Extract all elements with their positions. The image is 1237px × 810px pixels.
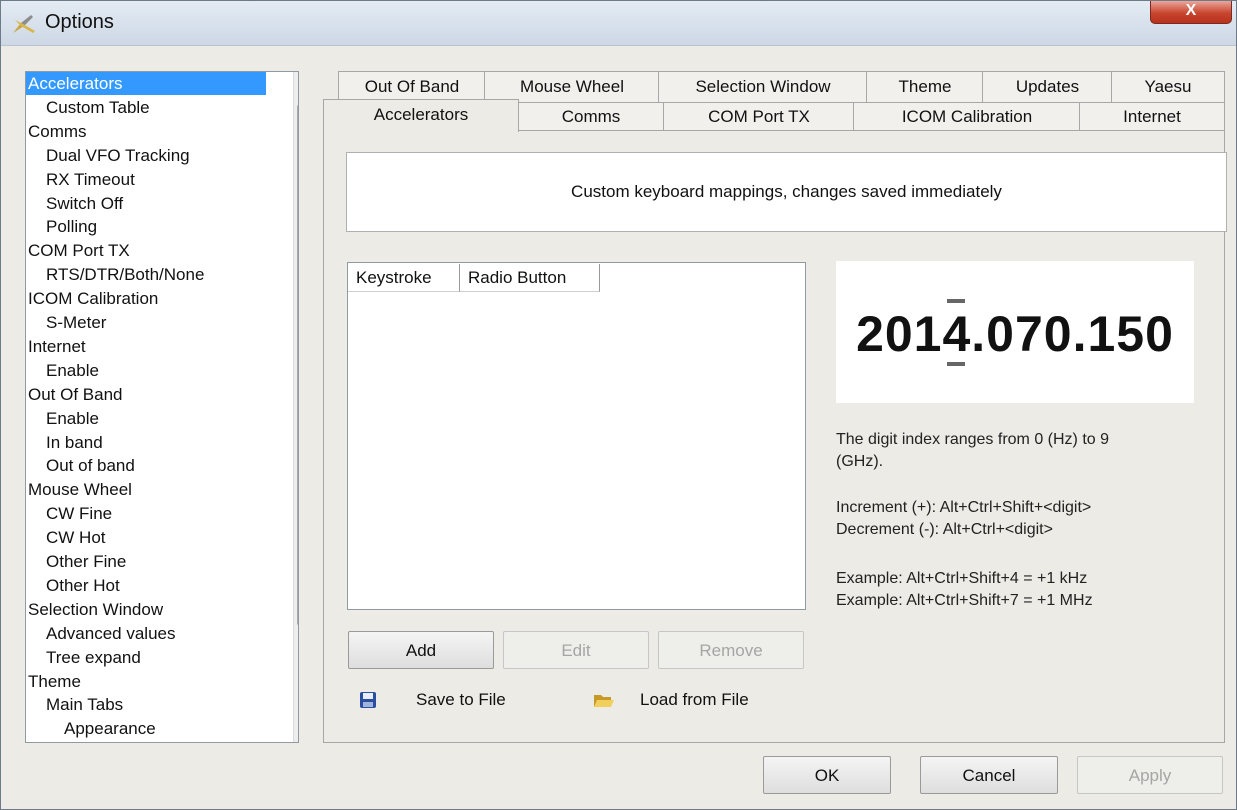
open-folder-icon[interactable] — [593, 691, 615, 709]
tree-item[interactable]: Selection Window — [28, 598, 163, 621]
digit-marker-bottom — [947, 362, 965, 366]
close-icon: X — [1185, 2, 1197, 19]
tree-item[interactable]: COM Port TX — [28, 239, 130, 262]
tree-item[interactable]: RTS/DTR/Both/None — [46, 263, 204, 286]
close-button[interactable]: X — [1150, 1, 1232, 24]
tree-item[interactable]: Tree expand — [46, 646, 141, 669]
info-digit-index-unit: (GHz). — [836, 453, 884, 470]
tab-updates[interactable]: Updates — [982, 71, 1113, 102]
tree-item[interactable]: Other Fine — [46, 550, 126, 573]
column-radio-button[interactable]: Radio Button — [460, 264, 600, 292]
app-logo-icon — [13, 15, 35, 33]
tab-internet[interactable]: Internet — [1079, 102, 1225, 131]
tree-item[interactable]: CW Hot — [46, 526, 106, 549]
tree-item[interactable]: Internet — [28, 335, 86, 358]
tree-item[interactable]: Out Of Band — [28, 383, 123, 406]
tree-item[interactable]: S-Meter — [46, 311, 106, 334]
tree-item[interactable]: Comms — [28, 120, 87, 143]
scroll-thumb[interactable]: ——— — [297, 104, 298, 626]
accelerator-list[interactable]: Keystroke Radio Button — [347, 262, 806, 610]
edit-button[interactable]: Edit — [503, 631, 649, 669]
load-from-file-link[interactable]: Load from File — [640, 685, 749, 715]
save-icon[interactable] — [359, 691, 377, 709]
tree-item[interactable]: CW Fine — [46, 502, 112, 525]
info-example-2: Example: Alt+Ctrl+Shift+7 = +1 MHz — [836, 592, 1093, 609]
tree-item[interactable]: Accelerators — [26, 72, 266, 95]
tab-com-port-tx[interactable]: COM Port TX — [663, 102, 855, 131]
tree-item[interactable]: Enable — [46, 359, 99, 382]
frequency-display: 2014.070.150 — [836, 261, 1194, 403]
tree-item[interactable]: Out of band — [46, 454, 135, 477]
description-box: Custom keyboard mappings, changes saved … — [346, 152, 1227, 232]
info-digit-index: The digit index ranges from 0 (Hz) to 9 — [836, 431, 1110, 448]
tree-item[interactable]: Appearance — [64, 717, 156, 740]
tree-item[interactable]: Theme — [28, 670, 81, 693]
tree-scrollbar[interactable]: ▲ ——— ▼ — [293, 72, 298, 742]
tree-item[interactable]: Custom Table — [46, 96, 150, 119]
tree-item[interactable]: Switch Off — [46, 192, 123, 215]
tree-item[interactable]: Mouse Wheel — [28, 478, 132, 501]
tree-item[interactable]: Main Tabs — [46, 693, 123, 716]
digit-marker-top — [947, 299, 965, 303]
info-increment: Increment (+): Alt+Ctrl+Shift+<digit> — [836, 499, 1092, 516]
options-tree[interactable]: Accelerators Custom Table Comms Dual VFO Tr… — [25, 71, 299, 743]
tab-theme[interactable]: Theme — [866, 71, 984, 102]
tree-item[interactable]: Advanced values — [46, 622, 175, 645]
save-to-file-link[interactable]: Save to File — [416, 685, 506, 715]
tree-item[interactable]: RX Timeout — [46, 168, 135, 191]
tree-item[interactable]: Dual VFO Tracking — [46, 144, 190, 167]
ok-button[interactable]: OK — [763, 756, 891, 794]
info-decrement: Decrement (-): Alt+Ctrl+<digit> — [836, 521, 1053, 538]
tree-item[interactable]: Enable — [46, 407, 99, 430]
options-window: Options X Accelerators Custom Table Comms D… — [0, 0, 1237, 810]
tab-out-of-band[interactable]: Out Of Band — [338, 71, 486, 102]
tab-comms[interactable]: Comms — [517, 102, 665, 131]
title-bar[interactable]: Options X — [1, 1, 1236, 46]
add-button[interactable]: Add — [348, 631, 494, 669]
frequency-value: 2014.070.150 — [856, 306, 1174, 362]
window-title: Options — [45, 11, 114, 33]
tab-selection-window[interactable]: Selection Window — [658, 71, 868, 102]
apply-button[interactable]: Apply — [1077, 756, 1223, 794]
remove-button[interactable]: Remove — [658, 631, 804, 669]
column-keystroke[interactable]: Keystroke — [348, 264, 460, 292]
cancel-button[interactable]: Cancel — [920, 756, 1058, 794]
tab-yaesu[interactable]: Yaesu — [1111, 71, 1225, 102]
tree-item[interactable]: Other Hot — [46, 574, 120, 597]
tree-item[interactable]: In band — [46, 431, 103, 454]
scroll-down-arrow-icon[interactable]: ▼ — [294, 720, 298, 740]
tree-item[interactable]: ICOM Calibration — [28, 287, 158, 310]
info-example-1: Example: Alt+Ctrl+Shift+4 = +1 kHz — [836, 570, 1088, 587]
tab-accelerators[interactable]: Accelerators — [323, 99, 519, 132]
tab-icom-calibration[interactable]: ICOM Calibration — [853, 102, 1081, 131]
tab-mouse-wheel[interactable]: Mouse Wheel — [484, 71, 660, 102]
tree-item[interactable]: Polling — [46, 215, 97, 238]
scroll-up-arrow-icon[interactable]: ▲ — [294, 72, 298, 92]
